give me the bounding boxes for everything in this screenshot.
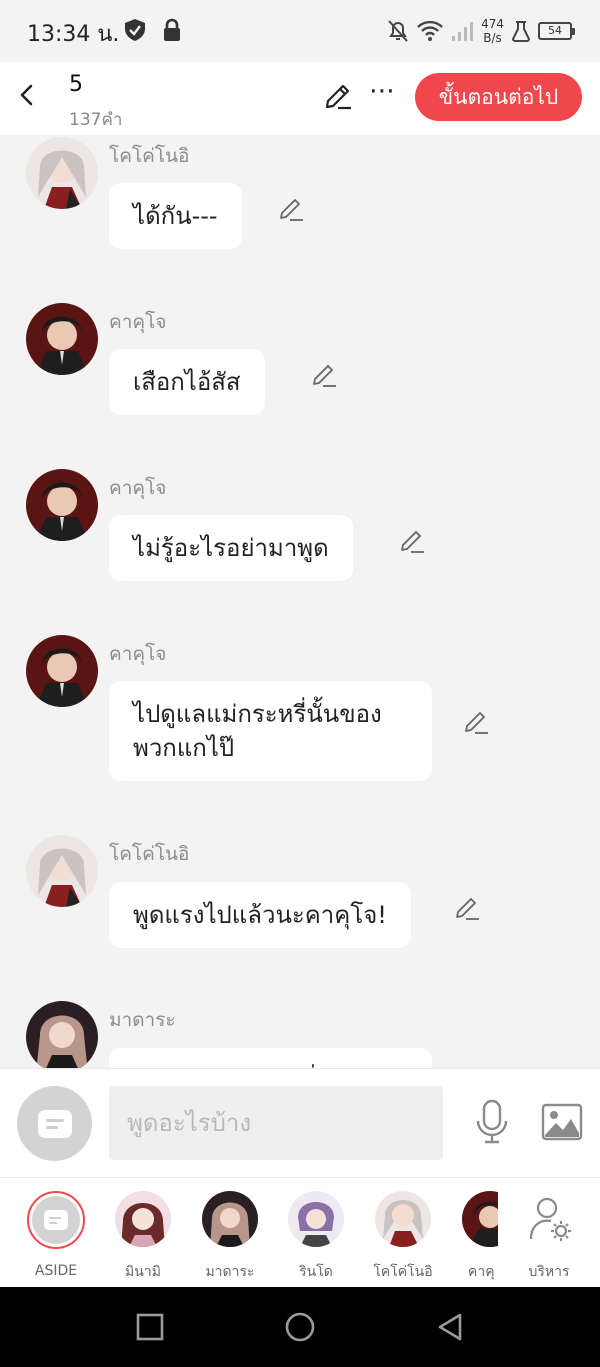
notifications-off-icon (388, 20, 408, 42)
network-speed: 474 B/s (481, 17, 504, 45)
word-count: 137คำ (69, 110, 123, 130)
message-line: ไปดูแลแม่กระหรี่นั้นของ (133, 700, 382, 728)
network-speed-value: 474 (481, 17, 504, 31)
chapter-title: 5 (69, 72, 83, 97)
message-line: พวกแกไป๊ (133, 734, 235, 762)
avatar (375, 1191, 431, 1247)
speaker-name: โคโค่โนอิ (109, 145, 190, 167)
avatar (115, 1191, 171, 1247)
character-name: บริหาร (528, 1264, 570, 1280)
battery-icon: 54 (538, 22, 575, 40)
status-icons: 474 B/s 54 (387, 14, 575, 48)
message-bubble[interactable]: ดีลู้ะ แก่ะนะ แ-ลา่ (109, 1048, 432, 1068)
message-bubble[interactable]: ไปดูแลแม่กระหรี่นั้นของ พวกแกไป๊ (109, 681, 432, 781)
message-input[interactable] (109, 1086, 443, 1160)
edit-message-icon[interactable] (462, 709, 490, 737)
character-name: คาคุ (468, 1264, 495, 1280)
character-bar: ASIDE มินามิ มาดาระ รินโด โคโค่โนอิ คาคุ (0, 1177, 600, 1287)
home-icon[interactable] (284, 1311, 316, 1343)
edit-message-icon[interactable] (310, 362, 338, 390)
character-kakucho[interactable]: คาคุ (458, 1191, 498, 1283)
character-name: มาดาระ (205, 1264, 255, 1280)
character-name: มินามิ (125, 1264, 161, 1280)
chat-area[interactable]: โคโค่โนอิ ได้กัน--- คาคุโจ เสือกไอ้สัส ค… (0, 135, 600, 1068)
speaker-name: มาดาระ (109, 1009, 176, 1031)
character-name: ASIDE (34, 1263, 78, 1279)
avatar[interactable] (26, 1001, 98, 1068)
back-icon[interactable] (12, 80, 42, 110)
status-time: 13:34 น. (27, 22, 120, 47)
avatar[interactable] (26, 635, 98, 707)
manage-icon (521, 1191, 577, 1247)
character-kokonoi[interactable]: โคโค่โนอิ (371, 1191, 435, 1283)
edit-message-icon[interactable] (277, 196, 305, 224)
lab-icon (512, 21, 530, 42)
composer-bar (0, 1068, 600, 1177)
back-triangle-icon[interactable] (434, 1311, 466, 1343)
avatar (462, 1191, 498, 1247)
network-speed-unit: B/s (483, 31, 502, 45)
microphone-icon[interactable] (474, 1099, 510, 1145)
shield-icon (125, 19, 145, 41)
character-name: รินโด (299, 1264, 333, 1280)
next-step-button[interactable]: ขั้นตอนต่อไป (415, 73, 582, 121)
character-name: โคโค่โนอิ (373, 1264, 433, 1280)
character-rindo[interactable]: รินโด (284, 1191, 348, 1283)
recents-icon[interactable] (134, 1311, 166, 1343)
message-bubble[interactable]: เสือกไอ้สัส (109, 349, 265, 415)
wifi-icon (417, 20, 443, 41)
aside-icon (38, 1110, 72, 1138)
edit-message-icon[interactable] (398, 528, 426, 556)
avatar[interactable] (26, 835, 98, 907)
image-icon[interactable] (541, 1103, 583, 1141)
speaker-name: คาคุโจ (109, 311, 167, 333)
avatar (288, 1191, 344, 1247)
system-nav-bar (0, 1287, 600, 1367)
avatar[interactable] (26, 469, 98, 541)
avatar (202, 1191, 258, 1247)
more-icon[interactable]: ⋯ (369, 76, 395, 110)
speaker-name: คาคุโจ (109, 643, 167, 665)
character-aside[interactable]: ASIDE (24, 1191, 88, 1279)
character-minami[interactable]: มินามิ (111, 1191, 175, 1283)
aside-icon (44, 1210, 68, 1230)
speaker-name: โคโค่โนอิ (109, 843, 190, 865)
signal-icon (452, 22, 474, 41)
manage-characters-button[interactable]: บริหาร (517, 1191, 581, 1283)
character-madara[interactable]: มาดาระ (198, 1191, 262, 1283)
message-bubble[interactable]: ได้กัน--- (109, 183, 242, 249)
edit-message-icon[interactable] (453, 895, 481, 923)
status-bar: 13:34 น. 474 B/s 54 (0, 0, 600, 62)
avatar[interactable] (26, 303, 98, 375)
chapter-header: 5 137คำ ⋯ ขั้นตอนต่อไป (0, 62, 600, 135)
message-bubble[interactable]: ไม่รู้อะไรอย่ามาพูด (109, 515, 353, 581)
avatar (27, 1191, 85, 1249)
lock-icon (164, 18, 180, 41)
message-bubble[interactable]: พูดแรงไปแล้วนะคาคุโจ! (109, 882, 411, 948)
avatar[interactable] (26, 137, 98, 209)
aside-toggle-button[interactable] (17, 1086, 92, 1161)
speaker-name: คาคุโจ (109, 477, 167, 499)
pen-icon[interactable] (322, 80, 354, 112)
